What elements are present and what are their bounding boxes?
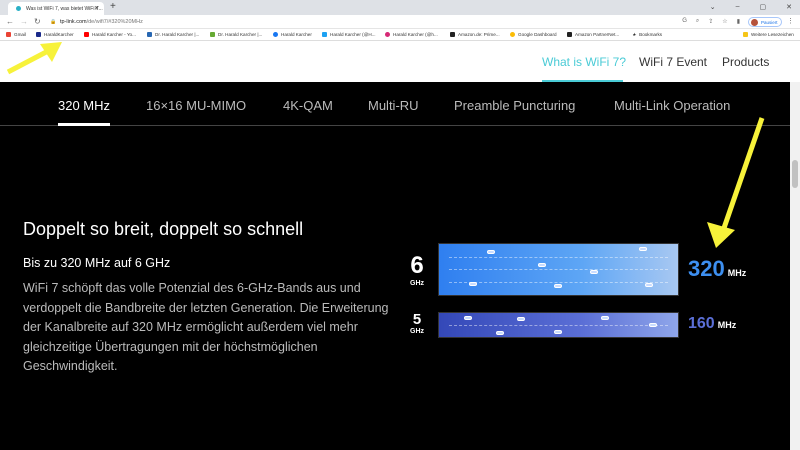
tab-multi-link-operation[interactable]: Multi-Link Operation (614, 98, 730, 113)
section-heading: Doppelt so breit, doppelt so schnell (23, 219, 304, 239)
band-5ghz-label: 5 GHz (410, 311, 424, 335)
share-icon[interactable]: ⇪ (708, 18, 713, 25)
tab-320mhz[interactable]: 320 MHz (58, 98, 110, 113)
band-5ghz-width: 160 MHz (688, 315, 737, 332)
site-navigation: What is WiFi 7? WiFi 7 Event Products (0, 41, 800, 82)
favicon-icon (16, 6, 21, 11)
bookmarks-bar: Gmail HaraldKarcher Harald Karcher - Yo.… (0, 29, 800, 41)
profile-button[interactable]: Pausiert (748, 17, 782, 27)
menu-icon[interactable]: ⋮ (787, 17, 794, 25)
bookmark[interactable]: Dr. Harald Karcher |... (210, 32, 262, 38)
close-window-button[interactable]: ✕ (786, 3, 792, 11)
band-5ghz-graphic (438, 312, 679, 338)
nav-wifi7-event[interactable]: WiFi 7 Event (639, 55, 707, 69)
tab-title: Was ist WiFi 7, was bietet WiFi 7... (26, 6, 103, 12)
star-icon[interactable]: ☆ (722, 18, 727, 25)
tab-search-icon[interactable]: ⌄ (710, 3, 716, 11)
close-tab-icon[interactable]: ✕ (94, 5, 99, 12)
minimize-button[interactable]: – (736, 3, 740, 11)
page-scrollbar[interactable] (790, 82, 800, 450)
back-button[interactable]: ← (6, 17, 14, 26)
url-field[interactable]: 🔒 tp-link.com/de/wifi7/#320%20MHz (48, 17, 688, 27)
band-6ghz-width: 320 MHz (688, 256, 747, 281)
bookmark[interactable]: Harald Karcher - Yo... (84, 32, 136, 38)
bookmark[interactable]: Harald Karcher (@H... (322, 32, 376, 38)
bookmark[interactable]: Dr. Harald Karcher |... (147, 32, 199, 38)
bookmark[interactable]: Google Dashboard (510, 32, 557, 38)
url-path: /de/wifi7/#320%20MHz (86, 19, 143, 25)
active-tab-underline (58, 123, 110, 126)
tab-mu-mimo[interactable]: 16×16 MU-MIMO (146, 98, 246, 113)
section-body: WiFi 7 schöpft das volle Potenzial des 6… (23, 281, 389, 373)
tab-multi-ru[interactable]: Multi-RU (368, 98, 419, 113)
sidepanel-icon[interactable]: ▮ (737, 18, 740, 25)
band-6ghz-label: 6 GHz (410, 252, 424, 287)
new-tab-button[interactable]: + (110, 1, 116, 12)
arrow-to-320mhz-head-icon (707, 222, 735, 248)
nav-products[interactable]: Products (722, 55, 769, 69)
address-bar-row: ← → ↻ 🔒 tp-link.com/de/wifi7/#320%20MHz G… (0, 15, 800, 29)
reload-button[interactable]: ↻ (34, 17, 41, 26)
scrollbar-thumb[interactable] (792, 160, 798, 188)
browser-tab-bar: Was ist WiFi 7, was bietet WiFi 7... ✕ + … (0, 0, 800, 15)
forward-button[interactable]: → (20, 17, 28, 26)
tab-preamble-puncturing[interactable]: Preamble Puncturing (454, 98, 575, 113)
lock-icon: 🔒 (50, 19, 57, 25)
bookmark[interactable]: Harald Karcher (273, 32, 312, 38)
bookmark[interactable]: Harald Karcher (@h... (385, 32, 438, 38)
maximize-button[interactable]: ▢ (760, 3, 767, 11)
avatar (751, 19, 758, 26)
zoom-icon[interactable]: ⌕ (696, 18, 699, 25)
browser-tab[interactable]: Was ist WiFi 7, was bietet WiFi 7... ✕ (8, 2, 104, 15)
bookmark[interactable]: Amazon PartnerNet... (567, 32, 619, 38)
google-icon[interactable]: G (682, 18, 687, 25)
url-domain: tp-link.com (60, 19, 87, 25)
profile-label: Pausiert (761, 20, 778, 25)
bookmark[interactable]: Gmail (6, 32, 26, 38)
other-bookmarks[interactable]: Weitere Lesezeichen (743, 32, 794, 38)
band-6ghz-graphic (438, 243, 679, 296)
tab-4k-qam[interactable]: 4K-QAM (283, 98, 333, 113)
section-subheading: Bis zu 320 MHz auf 6 GHz (23, 256, 171, 270)
feature-tabs: 320 MHz 16×16 MU-MIMO 4K-QAM Multi-RU Pr… (0, 82, 790, 126)
bookmark[interactable]: Amazon.de: Prime... (450, 32, 500, 38)
bookmark[interactable]: HaraldKarcher (36, 32, 74, 38)
arrow-to-320mhz-icon (721, 117, 765, 229)
nav-what-is-wifi7[interactable]: What is WiFi 7? (542, 55, 626, 69)
bookmark[interactable]: ★ Bookmarks (632, 32, 662, 37)
